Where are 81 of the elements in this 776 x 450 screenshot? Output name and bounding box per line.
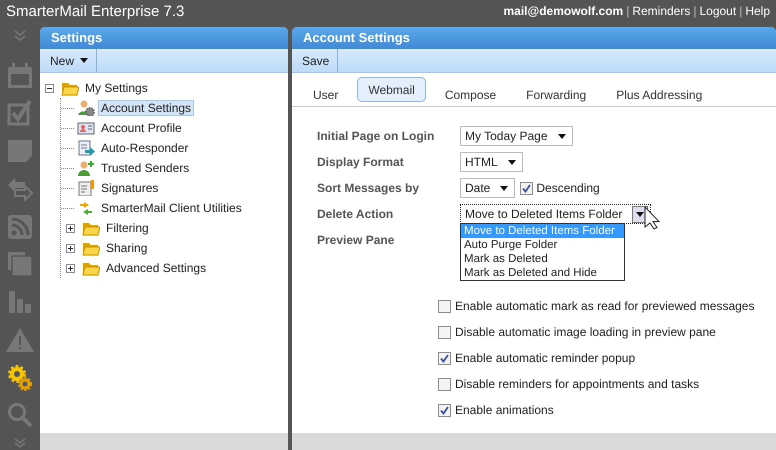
separator: | [693, 4, 696, 18]
document-arrow-icon [77, 140, 95, 156]
checkbox-label: Enable animations [455, 403, 554, 417]
warning-icon[interactable] [5, 327, 35, 352]
exchange-arrows-icon [77, 200, 95, 216]
checkbox[interactable] [438, 378, 451, 390]
id-card-icon [77, 120, 95, 136]
folders-icon[interactable] [7, 251, 33, 278]
panel-title: Settings [40, 27, 288, 49]
cursor-icon [644, 206, 660, 230]
note-icon[interactable] [7, 139, 33, 164]
tree-item[interactable]: My Settings [82, 80, 151, 96]
checkbox-label: Disable automatic image loading in preview pane [455, 325, 716, 339]
tree-item[interactable]: Account Profile [98, 120, 185, 136]
dropdown-option[interactable]: Mark as Deleted [461, 252, 624, 266]
dropdown[interactable]: HTML [460, 152, 523, 172]
document-pen-icon [77, 180, 95, 196]
separator: | [739, 4, 742, 18]
tab[interactable]: Forwarding [515, 82, 598, 107]
tab[interactable]: Plus Addressing [605, 82, 714, 107]
rss-icon[interactable] [8, 214, 32, 239]
expand-toggle[interactable] [66, 224, 75, 232]
tree-item[interactable]: Trusted Senders [98, 160, 192, 176]
tab[interactable]: Webmail [357, 77, 426, 102]
tree-item[interactable]: Signatures [98, 180, 162, 196]
calendar-icon[interactable] [7, 62, 33, 89]
checkbox[interactable] [520, 182, 534, 194]
expand-toggle[interactable] [66, 264, 75, 272]
expand-toggle[interactable] [66, 244, 75, 252]
checkbox-label: Disable reminders for appointments and tasks [455, 377, 700, 391]
folder-icon [61, 80, 79, 96]
dropdown-option[interactable]: Mark as Deleted and Hide [461, 266, 624, 280]
checkbox-label: Enable automatic reminder popup [455, 351, 636, 365]
app-title: SmarterMail Enterprise 7.3 [6, 2, 184, 20]
tab[interactable]: Compose [434, 82, 508, 107]
checkbox-icon[interactable] [7, 100, 33, 126]
checkbox-label: Descending [536, 181, 600, 195]
header-link[interactable]: Logout [699, 4, 736, 18]
panel-title: Account Settings [292, 27, 776, 49]
tab[interactable]: User [302, 82, 350, 107]
folder-icon [82, 220, 100, 236]
separator: | [626, 4, 630, 18]
folder-icon [82, 240, 100, 256]
caret-icon [508, 160, 516, 164]
tree-item[interactable]: Sharing [103, 240, 150, 256]
chevrons-icon[interactable] [13, 30, 27, 42]
chevrons-icon[interactable] [13, 438, 27, 448]
dropdown[interactable]: Date [460, 178, 516, 198]
gears-icon[interactable] [7, 364, 33, 392]
field-label: Display Format [317, 155, 405, 169]
toolbar-button[interactable]: Save [292, 49, 338, 72]
user-email: mail@demowolf.com [503, 4, 624, 18]
tree-item[interactable]: SmarterMail Client Utilities [98, 200, 245, 216]
menu-button[interactable]: New [40, 49, 98, 72]
checkbox[interactable] [438, 352, 451, 364]
tree-item[interactable]: Auto-Responder [98, 140, 192, 156]
caret-icon [80, 58, 88, 63]
field-label: Preview Pane [317, 233, 396, 247]
checkbox[interactable] [438, 300, 451, 312]
arrows-icon[interactable] [7, 176, 33, 201]
checkbox-label: Enable automatic mark as read for previewed messages [455, 299, 754, 313]
header-link[interactable]: Help [745, 4, 770, 18]
dropdown[interactable]: My Today Page [460, 126, 572, 146]
folder-icon [82, 260, 100, 276]
tree-item[interactable]: Account Settings [98, 100, 194, 116]
checkbox[interactable] [438, 404, 451, 416]
header-link[interactable]: Reminders [632, 4, 690, 18]
tree-item[interactable]: Filtering [103, 220, 152, 236]
field-label: Delete Action [317, 207, 394, 221]
collapse-toggle[interactable] [45, 84, 54, 92]
checkbox[interactable] [438, 326, 451, 338]
user-plus-icon [77, 160, 95, 176]
field-label: Sort Messages by [317, 181, 420, 195]
caret-icon [558, 134, 566, 138]
dropdown-option[interactable]: Auto Purge Folder [461, 238, 624, 252]
caret-icon [500, 186, 508, 190]
field-label: Initial Page on Login [317, 129, 436, 143]
search-icon[interactable] [7, 402, 33, 428]
tree-item[interactable]: Advanced Settings [103, 260, 210, 276]
bar-chart-icon[interactable] [8, 291, 32, 314]
user-gear-icon [77, 100, 95, 116]
